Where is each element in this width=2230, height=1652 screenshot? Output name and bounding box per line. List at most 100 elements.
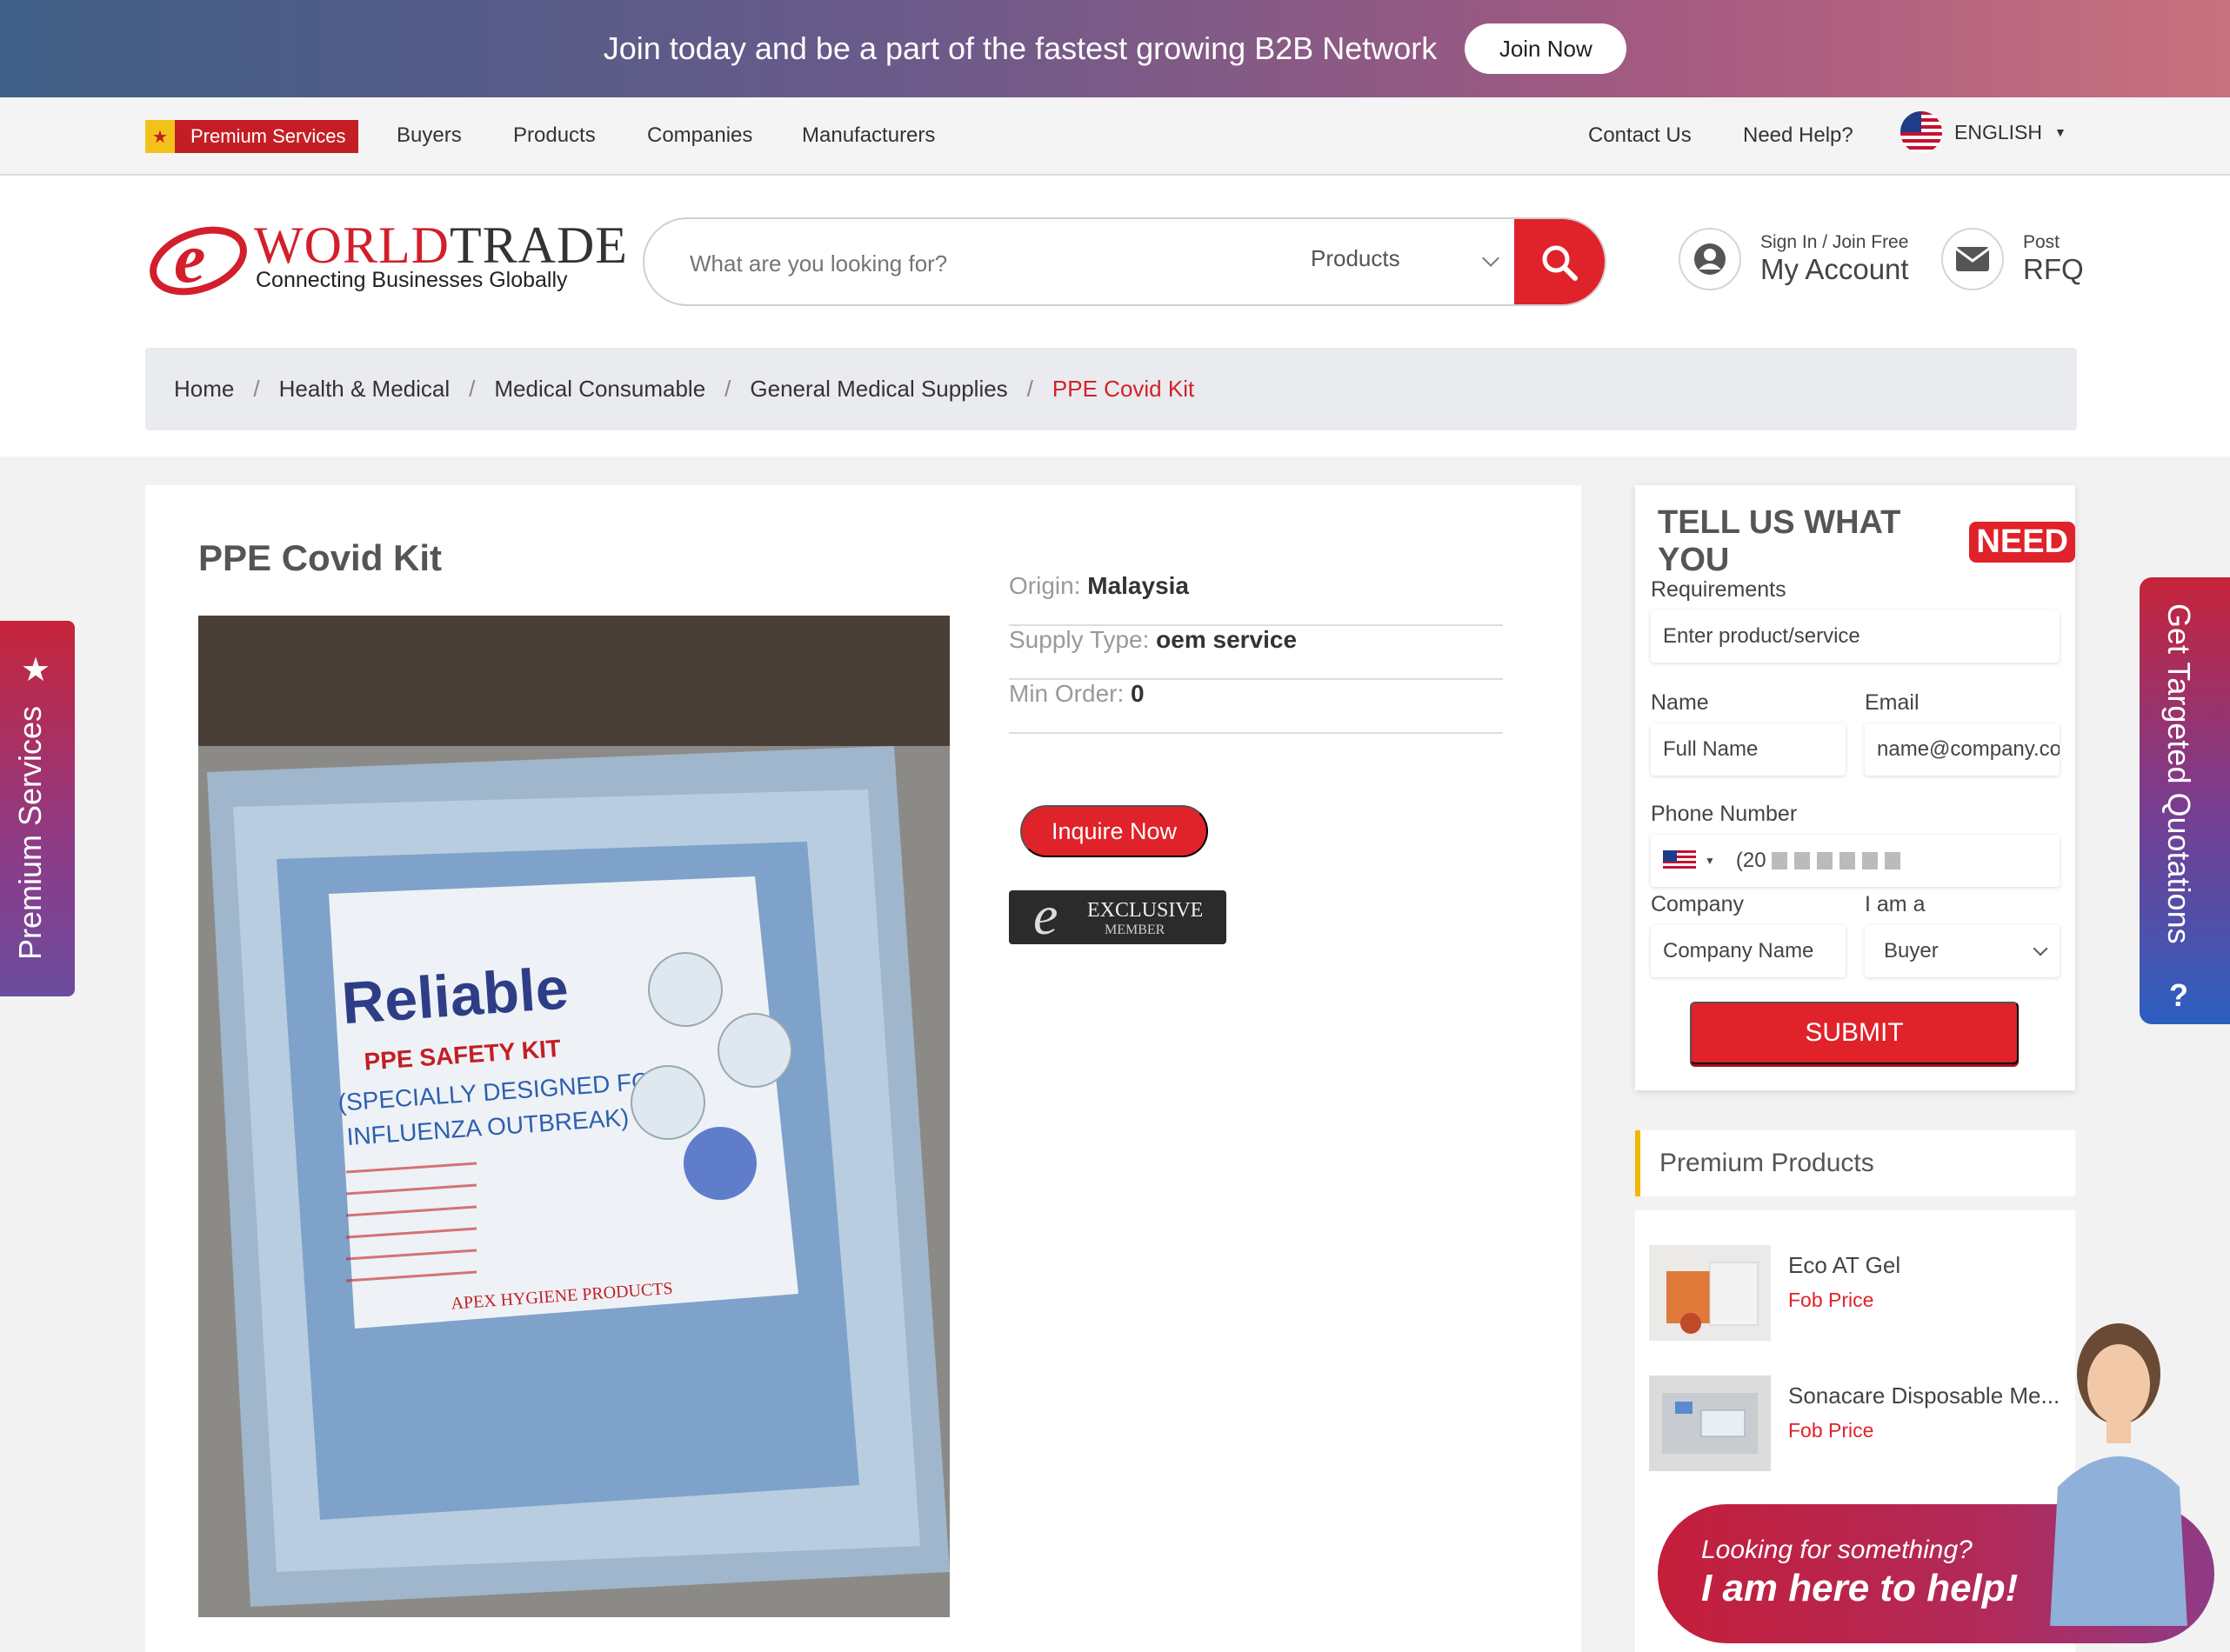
logo-wordmark: WORLDTRADE <box>254 217 628 273</box>
product-card: PPE Covid Kit Reliable PPE SAFETY KIT (S… <box>145 485 1581 1652</box>
product-image[interactable]: Reliable PPE SAFETY KIT (SPECIALLY DESIG… <box>198 616 950 1617</box>
supply-type-label: Supply Type: <box>1009 626 1150 653</box>
logo-trade: TRADE <box>449 216 628 274</box>
need-highlight: NEED <box>1969 521 2075 563</box>
star-icon: ★ <box>145 120 175 153</box>
post-label: Post <box>2023 232 2060 252</box>
nav-products[interactable]: Products <box>513 123 596 148</box>
redacted-digits <box>1771 852 1902 869</box>
requirements-input[interactable]: Enter product/service <box>1651 610 2060 663</box>
exclusive-line-2: MEMBER <box>1105 923 1165 937</box>
nav-need-help[interactable]: Need Help? <box>1743 123 1853 148</box>
top-nav: ★ Premium Services Buyers Products Compa… <box>0 97 2230 176</box>
search-icon <box>1542 245 1578 281</box>
product-photo: Reliable PPE SAFETY KIT (SPECIALLY DESIG… <box>198 616 950 1617</box>
spec-min-order: Min Order: 0 <box>1009 680 1503 734</box>
company-input[interactable]: Company Name <box>1651 925 1846 977</box>
banner-text: Join today and be a part of the fastest … <box>603 30 1438 66</box>
min-order-label: Min Order: <box>1009 680 1125 707</box>
company-label: Company <box>1651 892 1744 916</box>
breadcrumb-separator: / <box>724 376 731 402</box>
help-chat-widget[interactable]: Looking for something? I am here to help… <box>1658 1323 2214 1643</box>
post-rfq-link[interactable]: Post RFQ <box>1941 228 2084 290</box>
rfq-form-title: TELL US WHAT YOU NEED <box>1658 504 2075 579</box>
us-flag-icon[interactable] <box>1663 850 1696 871</box>
premium-services-side-tab[interactable]: ★ Premium Services <box>0 621 75 996</box>
submit-button[interactable]: SUBMIT <box>1690 1002 2019 1064</box>
us-flag-icon <box>1900 111 1942 153</box>
join-now-button[interactable]: Join Now <box>1465 23 1627 74</box>
language-label: ENGLISH <box>1954 120 2042 143</box>
breadcrumb: Home / Health & Medical / Medical Consumab… <box>145 348 2077 430</box>
inquire-now-button[interactable]: Inquire Now <box>1020 805 1208 857</box>
nav-manufacturers[interactable]: Manufacturers <box>802 123 935 148</box>
origin-label: Origin: <box>1009 572 1081 599</box>
help-big-text: I am here to help! <box>1701 1567 2019 1609</box>
exclusive-member-badge: e EXCLUSIVE MEMBER <box>1009 885 1226 946</box>
search-category-select[interactable]: Products <box>1311 245 1400 272</box>
breadcrumb-separator: / <box>469 376 476 402</box>
logo-e-icon: e <box>150 218 247 297</box>
my-account-label: My Account <box>1760 253 1909 285</box>
role-select[interactable]: Buyer <box>1865 925 2060 977</box>
breadcrumb-general-medical-supplies[interactable]: General Medical Supplies <box>750 376 1007 403</box>
product-name[interactable]: Eco AT Gel <box>1788 1252 1900 1279</box>
role-value: Buyer <box>1884 939 1939 963</box>
phone-label: Phone Number <box>1651 802 1798 826</box>
breadcrumb-health-medical[interactable]: Health & Medical <box>279 376 451 403</box>
premium-side-label: Premium Services <box>12 705 48 960</box>
caret-down-icon: ▼ <box>2053 125 2066 139</box>
logo-tagline: Connecting Businesses Globally <box>256 268 568 292</box>
my-account-link[interactable]: Sign In / Join Free My Account <box>1679 228 1909 290</box>
exclusive-line-1: EXCLUSIVE <box>1087 899 1203 922</box>
breadcrumb-current: PPE Covid Kit <box>1052 376 1195 402</box>
nav-buyers[interactable]: Buyers <box>397 123 462 148</box>
logo-world: WORLD <box>254 216 450 274</box>
chevron-down-icon <box>2033 941 2048 956</box>
spec-origin: Origin: Malaysia <box>1009 572 1503 626</box>
rfq-label: RFQ <box>2023 253 2084 285</box>
min-order-value: 0 <box>1131 680 1145 707</box>
product-price: Fob Price <box>1788 1289 1874 1311</box>
premium-services-label: Premium Services <box>190 125 346 147</box>
requirements-label: Requirements <box>1651 577 1786 602</box>
name-input[interactable]: Full Name <box>1651 723 1846 776</box>
list-item[interactable]: Eco AT Gel Fob Price <box>1649 1245 2058 1341</box>
star-icon: ★ <box>21 652 51 689</box>
product-name[interactable]: Sonacare Disposable Me... <box>1788 1382 2060 1409</box>
worldtrade-logo[interactable]: e WORLDTRADE Connecting Businesses Globa… <box>148 217 627 297</box>
user-icon <box>1679 228 1741 290</box>
spec-supply-type: Supply Type: oem service <box>1009 626 1503 680</box>
envelope-icon <box>1941 228 2004 290</box>
nav-companies[interactable]: Companies <box>647 123 752 148</box>
premium-services-link[interactable]: ★ Premium Services <box>145 120 358 153</box>
role-label: I am a <box>1865 892 1926 916</box>
header: e WORLDTRADE Connecting Businesses Globa… <box>0 176 2230 456</box>
breadcrumb-home[interactable]: Home <box>174 376 234 403</box>
help-small-text: Looking for something? <box>1701 1535 1973 1564</box>
product-thumbnail[interactable] <box>1649 1376 1771 1471</box>
language-selector[interactable]: ENGLISH ▼ <box>1900 111 2066 153</box>
nav-contact-us[interactable]: Contact Us <box>1588 123 1692 148</box>
list-item[interactable]: Sonacare Disposable Me... Fob Price <box>1649 1376 2060 1471</box>
breadcrumb-separator: / <box>1026 376 1033 402</box>
search-button[interactable] <box>1514 219 1605 304</box>
search-bar: Products <box>643 217 1606 306</box>
product-title: PPE Covid Kit <box>198 537 443 578</box>
supply-type-value: oem service <box>1156 626 1298 653</box>
breadcrumb-medical-consumable[interactable]: Medical Consumable <box>494 376 705 403</box>
phone-input[interactable]: ▼ (20 <box>1651 835 2060 887</box>
premium-products-heading: Premium Products <box>1635 1130 2075 1196</box>
product-price: Fob Price <box>1788 1419 1874 1442</box>
rfq-title-text: TELL US WHAT YOU <box>1658 504 1901 578</box>
name-label: Name <box>1651 690 1709 715</box>
email-label: Email <box>1865 690 1920 715</box>
product-thumbnail[interactable] <box>1649 1245 1771 1341</box>
targeted-side-label: Get Targeted Quotations <box>2161 603 2197 944</box>
search-input[interactable] <box>690 243 1212 283</box>
targeted-quotations-side-tab[interactable]: Get Targeted Quotations ? <box>2140 577 2230 1024</box>
email-input[interactable]: name@company.co <box>1865 723 2060 776</box>
rfq-form-card: TELL US WHAT YOU NEED Requirements Enter… <box>1635 485 2075 1090</box>
assistant-avatar <box>2050 1323 2187 1626</box>
top-banner: Join today and be a part of the fastest … <box>0 0 2230 97</box>
